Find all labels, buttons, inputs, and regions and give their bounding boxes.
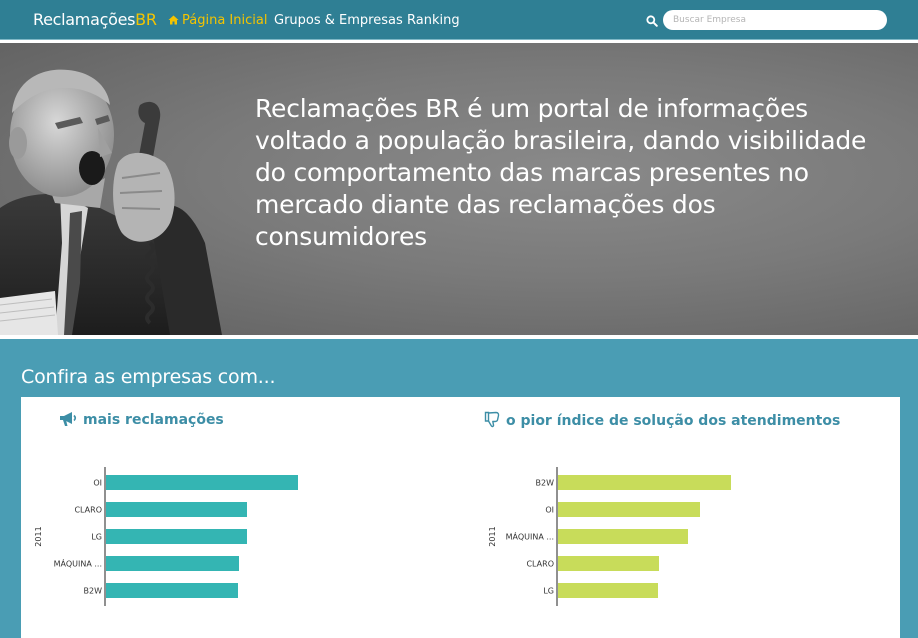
chart-worst-resolution: 2011 B2W OI MÁQUINA ... CLARO LG xyxy=(488,467,731,606)
top-navbar: ReclamaçõesBR Página Inicial Grupos & Em… xyxy=(0,0,918,40)
category-label: OI xyxy=(545,506,554,515)
search-input[interactable] xyxy=(663,10,887,30)
bar-5[interactable] xyxy=(106,583,238,598)
chart-heading-worst-resolution: o pior índice de solução dos atendimento… xyxy=(484,411,840,432)
nav-link-ranking[interactable]: Ranking xyxy=(407,13,460,28)
brand-logo[interactable]: ReclamaçõesBR xyxy=(33,10,157,29)
home-icon xyxy=(168,14,179,29)
category-label: B2W xyxy=(536,479,555,488)
bar-5[interactable] xyxy=(558,583,658,598)
y-axis-label: 2011 xyxy=(488,526,497,546)
bar-3[interactable] xyxy=(558,529,688,544)
category-label: MÁQUINA ... xyxy=(54,558,102,569)
chart-most-complaints: 2011 OI CLARO LG MÁQUINA ... B2W xyxy=(34,467,298,606)
category-label: LG xyxy=(91,533,102,542)
bar-3[interactable] xyxy=(106,529,247,544)
bar-1[interactable] xyxy=(558,475,731,490)
nav-link-groups-label: Grupos & Empresas xyxy=(274,13,403,28)
brand-accent-text: BR xyxy=(135,10,157,29)
chart-heading-worst-resolution-label: o pior índice de solução dos atendimento… xyxy=(506,413,841,429)
bar-2[interactable] xyxy=(558,502,700,517)
y-axis-label: 2011 xyxy=(34,526,43,546)
nav-link-home[interactable]: Página Inicial xyxy=(168,13,267,29)
bar-1[interactable] xyxy=(106,475,298,490)
nav-link-groups[interactable]: Grupos & Empresas xyxy=(274,13,403,28)
nav-link-home-label: Página Inicial xyxy=(182,13,268,28)
hero-description: Reclamações BR é um portal de informaçõe… xyxy=(255,94,867,251)
hero-bottom-divider xyxy=(0,335,918,339)
category-label: LG xyxy=(543,587,554,596)
category-label: CLARO xyxy=(74,506,102,515)
bar-4[interactable] xyxy=(558,556,659,571)
bar-4[interactable] xyxy=(106,556,239,571)
hero-man-on-phone-image xyxy=(0,69,222,335)
thumbs-down-icon xyxy=(484,411,500,432)
megaphone-icon xyxy=(59,411,77,431)
category-label: OI xyxy=(93,479,102,488)
nav-link-ranking-label: Ranking xyxy=(407,13,460,28)
hero-banner: Reclamações BR é um portal de informaçõe… xyxy=(0,43,918,335)
chart-heading-most-complaints: mais reclamações xyxy=(59,411,224,431)
category-label: CLARO xyxy=(526,560,554,569)
bar-2[interactable] xyxy=(106,502,247,517)
charts-panel: mais reclamações 2011 OI CLARO LG MÁQUINA ..… xyxy=(21,397,900,638)
brand-main-text: Reclamações xyxy=(33,10,136,29)
search-icon[interactable] xyxy=(646,12,658,31)
category-label: B2W xyxy=(84,587,103,596)
section-title: Confira as empresas com... xyxy=(21,366,276,388)
category-label: MÁQUINA ... xyxy=(506,531,554,542)
chart-heading-most-complaints-label: mais reclamações xyxy=(83,412,224,428)
